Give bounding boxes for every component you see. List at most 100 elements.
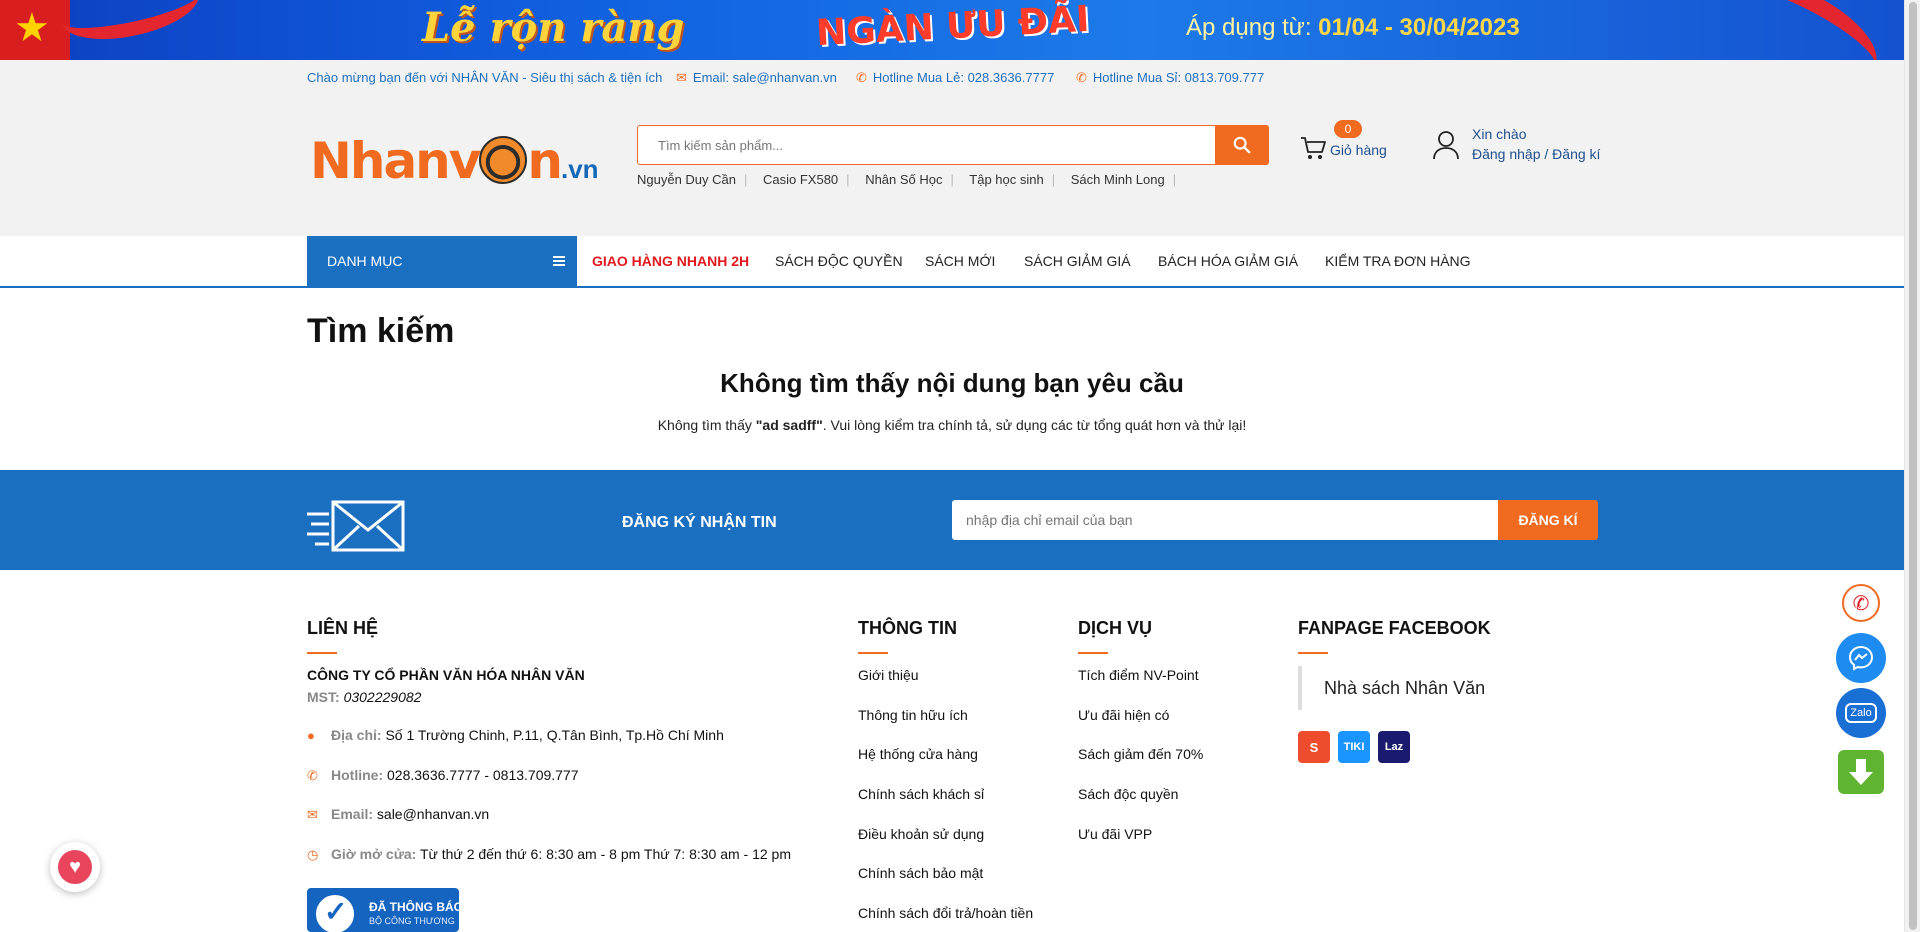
welcome-text: Chào mừng bạn đến với NHÂN VĂN - Siêu th… — [307, 70, 663, 85]
top-info-bar: Chào mừng bạn đến với NHÂN VĂN - Siêu th… — [0, 60, 1904, 94]
download-app-button[interactable] — [1838, 750, 1884, 794]
footer-link[interactable]: Chính sách khách sỉ — [858, 786, 984, 802]
footer-link[interactable]: Thông tin hữu ích — [858, 707, 968, 723]
promo-banner[interactable]: ★ Lễ rộn ràng NGÀN ƯU ĐÃI Áp dụng từ: 01… — [0, 0, 1904, 60]
footer-link[interactable]: Sách độc quyền — [1078, 786, 1178, 802]
footer-link[interactable]: Ưu đãi hiện có — [1078, 707, 1169, 723]
call-button[interactable]: ✆ — [1842, 584, 1880, 622]
footer-link[interactable]: Sách giảm đến 70% — [1078, 746, 1203, 762]
search-box — [637, 125, 1269, 165]
footer-link[interactable]: Giới thiệu — [858, 667, 919, 683]
not-found-title: Không tìm thấy nội dung bạn yêu cầu — [720, 368, 1184, 398]
phone-icon: ✆ — [856, 70, 867, 85]
tag-separator: | — [1051, 172, 1056, 187]
login-register-link[interactable]: Đăng nhập / Đăng kí — [1472, 146, 1600, 162]
email-value[interactable]: sale@nhanvan.vn — [377, 806, 489, 822]
footer-heading-facebook: FANPAGE FACEBOOK — [1298, 618, 1491, 654]
not-found-message: Không tìm thấy "ad sadff". Vui lòng kiểm… — [0, 417, 1904, 433]
hotline-retail-text: Hotline Mua Lẻ: 028.3636.7777 — [872, 70, 1055, 85]
lazada-icon[interactable]: Laz — [1378, 731, 1410, 763]
search-button[interactable] — [1215, 125, 1269, 165]
messenger-button[interactable] — [1836, 633, 1886, 683]
nav-item-new-books[interactable]: SÁCH MỚI — [925, 253, 995, 269]
nav-item-discount-books[interactable]: SÁCH GIẢM GIÁ — [1024, 253, 1131, 269]
phone-icon: ✆ — [1852, 592, 1870, 615]
newsletter-subscribe-button[interactable]: ĐĂNG KÍ — [1498, 500, 1598, 540]
hotline-retail[interactable]: ✆ Hotline Mua Lẻ: 028.3636.7777 — [856, 70, 1054, 86]
hotline-wholesale[interactable]: ✆ Hotline Mua Sỉ: 0813.709.777 — [1076, 70, 1264, 86]
search-tag[interactable]: Casio FX580 — [763, 172, 838, 187]
top-email[interactable]: ✉ Email: sale@nhanvan.vn — [676, 70, 837, 86]
cart-button[interactable]: 0 Giỏ hàng — [1300, 120, 1400, 170]
tax-code: MST: 0302229082 — [307, 689, 421, 705]
footer-link[interactable]: Hệ thống cửa hàng — [858, 746, 978, 762]
cart-label: Giỏ hàng — [1330, 142, 1387, 158]
footer-link[interactable]: Chính sách đổi trả/hoàn tiền — [858, 905, 1033, 921]
contact-address: ● Địa chỉ: Số 1 Trường Chinh, P.11, Q.Tân… — [307, 727, 724, 743]
tax-code-label: MST: — [307, 689, 340, 705]
tag-separator: | — [1172, 172, 1177, 187]
company-name: CÔNG TY CỔ PHẦN VĂN HÓA NHÂN VĂN — [307, 667, 585, 683]
page-scrollbar[interactable] — [1904, 0, 1920, 932]
logo-text: Nhanv — [310, 132, 481, 190]
pin-icon: ● — [307, 728, 315, 743]
banner-offer: NGÀN ƯU ĐÃI — [815, 0, 1091, 55]
hours-label: Giờ mở cửa: — [331, 846, 417, 862]
phone-icon: ✆ — [307, 768, 318, 783]
hours-value: Từ thứ 2 đến thứ 6: 8:30 am - 8 pm Thứ 7… — [419, 846, 792, 862]
footer-link[interactable]: Ưu đãi VPP — [1078, 826, 1152, 842]
scrollbar-thumb[interactable] — [1909, 2, 1917, 930]
page-title: Tìm kiếm — [307, 312, 455, 350]
category-menu-button[interactable]: DANH MỤC — [307, 236, 577, 286]
contact-hotline: ✆ Hotline: 028.3636.7777 - 0813.709.777 — [307, 767, 579, 784]
badge-line1: ĐÃ THÔNG BÁO — [369, 900, 459, 914]
facebook-page-widget[interactable]: Nhà sách Nhân Văn — [1298, 666, 1485, 710]
envelope-icon: ✉ — [676, 70, 687, 85]
tax-code-value: 0302229082 — [343, 689, 422, 705]
search-input[interactable] — [638, 126, 1214, 164]
not-found-prefix: Không tìm thấy — [657, 417, 756, 433]
ribbon-decoration — [55, 0, 205, 50]
envelope-icon: ✉ — [307, 807, 318, 822]
search-icon — [1233, 136, 1251, 154]
not-found-suffix: . Vui lòng kiểm tra chính tả, sử dụng cá… — [822, 417, 1247, 433]
messenger-icon — [1848, 645, 1874, 671]
hotline-wholesale-text: Hotline Mua Sỉ: 0813.709.777 — [1092, 70, 1265, 85]
search-tag[interactable]: Nguyễn Duy Cần — [637, 172, 736, 187]
badge-line2: BỘ CÔNG THƯƠNG — [369, 916, 455, 926]
search-tag[interactable]: Tập học sinh — [969, 172, 1043, 187]
search-tag[interactable]: Sách Minh Long — [1071, 172, 1165, 187]
footer-link[interactable]: Tích điểm NV-Point — [1078, 667, 1199, 683]
hotline-value[interactable]: 028.3636.7777 - 0813.709.777 — [387, 767, 579, 783]
account-menu[interactable]: Xin chào Đăng nhập / Đăng kí — [1432, 124, 1612, 170]
tag-separator: | — [744, 172, 748, 187]
footer-link[interactable]: Chính sách bảo mật — [858, 865, 983, 881]
cart-icon — [1301, 137, 1326, 159]
phone-icon: ✆ — [1076, 70, 1087, 85]
newsletter-email-input[interactable] — [952, 500, 1498, 540]
page: ★ Lễ rộn ràng NGÀN ƯU ĐÃI Áp dụng từ: 01… — [0, 0, 1904, 932]
shopee-icon[interactable]: S — [1298, 731, 1330, 763]
envelope-icon — [307, 500, 405, 552]
nav-item-discount-grocery[interactable]: BÁCH HÓA GIẢM GIÁ — [1158, 253, 1298, 269]
nav-item-order-check[interactable]: KIỂM TRA ĐƠN HÀNG — [1325, 253, 1471, 269]
tiki-icon[interactable]: TIKI — [1338, 731, 1370, 763]
bee-mascot-icon — [479, 136, 528, 184]
search-tag[interactable]: Nhân Số Học — [865, 172, 942, 187]
favorites-button[interactable]: ♥ — [50, 842, 100, 892]
footer-heading-services: DỊCH VỤ — [1078, 618, 1153, 654]
banner-dates: Áp dụng từ: 01/04 - 30/04/2023 — [1186, 14, 1520, 42]
logo-text-end: n — [527, 132, 563, 190]
nav-item-exclusive-books[interactable]: SÁCH ĐỘC QUYỀN — [775, 253, 903, 269]
ministry-registered-badge[interactable]: ĐÃ THÔNG BÁO BỘ CÔNG THƯƠNG — [307, 888, 459, 932]
footer-heading-contact: LIÊN HỆ — [307, 618, 379, 654]
heart-icon: ♥ — [58, 850, 92, 884]
zalo-button[interactable]: Zalo — [1836, 688, 1886, 738]
zalo-label: Zalo — [1845, 703, 1877, 723]
check-icon — [313, 892, 357, 932]
email-label: Email: — [331, 806, 374, 822]
nav-item-fast-delivery[interactable]: GIAO HÀNG NHANH 2H — [592, 253, 749, 269]
cart-count-badge: 0 — [1334, 120, 1362, 138]
footer-link[interactable]: Điều khoản sử dụng — [858, 826, 984, 842]
site-logo[interactable]: Nhanv n.vn — [310, 132, 599, 190]
